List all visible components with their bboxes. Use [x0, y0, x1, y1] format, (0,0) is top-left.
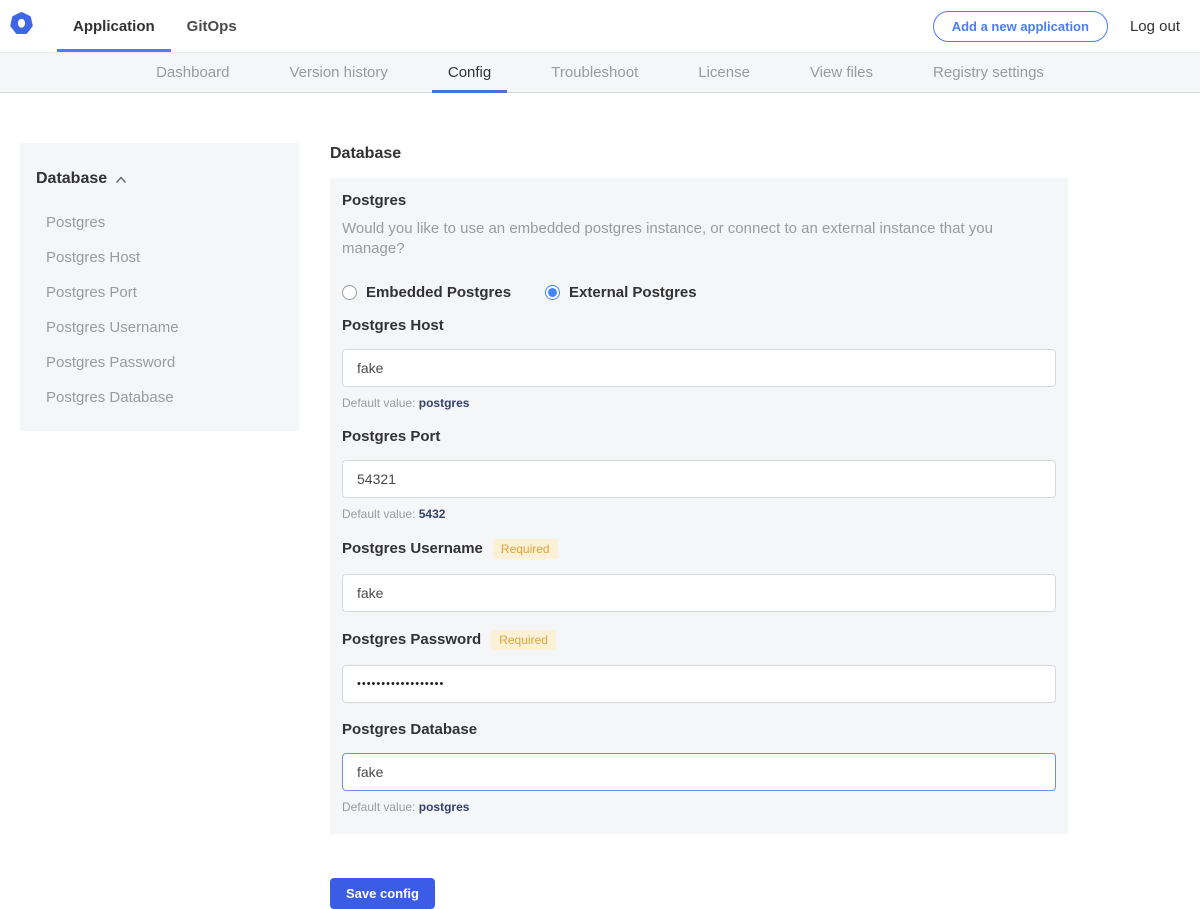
radio-embedded-label: Embedded Postgres: [366, 284, 511, 301]
field-label: Postgres Username: [342, 540, 483, 557]
default-value: 5432: [419, 507, 446, 521]
config-sidebar: Database Postgres Postgres Host Postgres…: [20, 143, 299, 431]
sidebar-item-postgres-host[interactable]: Postgres Host: [36, 240, 283, 275]
sidebar-group-database[interactable]: Database: [36, 170, 283, 188]
field-postgres-username: Postgres Username Required: [342, 539, 1056, 612]
radio-embedded-postgres[interactable]: Embedded Postgres: [342, 284, 511, 301]
postgres-host-input[interactable]: [342, 349, 1056, 387]
field-label: Postgres Host: [342, 317, 444, 334]
postgres-username-input[interactable]: [342, 574, 1056, 612]
tab-gitops[interactable]: GitOps: [171, 0, 253, 52]
app-subnav: Dashboard Version history Config Trouble…: [0, 52, 1200, 93]
top-nav: Application GitOps Add a new application…: [0, 0, 1200, 52]
chevron-up-icon: [115, 173, 127, 185]
top-tabs: Application GitOps: [57, 0, 253, 52]
sidebar-item-postgres-username[interactable]: Postgres Username: [36, 310, 283, 345]
postgres-database-input[interactable]: [342, 753, 1056, 791]
postgres-password-input[interactable]: [342, 665, 1056, 703]
sidebar-item-postgres-database[interactable]: Postgres Database: [36, 380, 283, 415]
field-label: Postgres Password: [342, 631, 481, 648]
sidebar-item-postgres[interactable]: Postgres: [36, 205, 283, 240]
field-postgres-password: Postgres Password Required: [342, 630, 1056, 703]
section-title: Database: [330, 145, 1068, 163]
radio-unchecked-icon: [342, 285, 357, 300]
default-value-note: Default value: postgres: [342, 800, 1056, 814]
postgres-group-label: Postgres: [342, 192, 1056, 209]
radio-checked-icon: [545, 285, 560, 300]
default-value: postgres: [419, 396, 470, 410]
default-value-note: Default value: postgres: [342, 396, 1056, 410]
sidebar-item-postgres-password[interactable]: Postgres Password: [36, 345, 283, 380]
subnav-item-license[interactable]: License: [682, 53, 766, 92]
field-postgres-host: Postgres Host Default value: postgres: [342, 317, 1056, 410]
required-badge: Required: [493, 539, 558, 559]
postgres-port-input[interactable]: [342, 460, 1056, 498]
postgres-radio-group: Embedded Postgres External Postgres: [342, 284, 1056, 301]
field-label: Postgres Port: [342, 428, 440, 445]
field-label: Postgres Database: [342, 721, 477, 738]
field-postgres-port: Postgres Port Default value: 5432: [342, 428, 1056, 521]
subnav-item-troubleshoot[interactable]: Troubleshoot: [535, 53, 654, 92]
radio-external-label: External Postgres: [569, 284, 697, 301]
top-nav-right: Add a new application Log out: [933, 0, 1180, 52]
app-logo-icon: [10, 12, 33, 40]
subnav-item-config[interactable]: Config: [432, 53, 507, 92]
subnav-item-view-files[interactable]: View files: [794, 53, 889, 92]
sidebar-group-label: Database: [36, 170, 107, 188]
postgres-help-text: Would you like to use an embedded postgr…: [342, 219, 1056, 260]
default-value: postgres: [419, 800, 470, 814]
content-area: Database Postgres Postgres Host Postgres…: [0, 93, 1200, 909]
config-panel: Postgres Would you like to use an embedd…: [330, 178, 1068, 834]
subnav-item-registry-settings[interactable]: Registry settings: [917, 53, 1060, 92]
radio-external-postgres[interactable]: External Postgres: [545, 284, 697, 301]
field-postgres-database: Postgres Database Default value: postgre…: [342, 721, 1056, 814]
add-new-application-button[interactable]: Add a new application: [933, 11, 1108, 42]
sidebar-item-postgres-port[interactable]: Postgres Port: [36, 275, 283, 310]
default-value-note: Default value: 5432: [342, 507, 1056, 521]
subnav-item-version-history[interactable]: Version history: [273, 53, 403, 92]
required-badge: Required: [491, 630, 556, 650]
logout-link[interactable]: Log out: [1130, 18, 1180, 35]
config-main: Database Postgres Would you like to use …: [330, 143, 1068, 909]
save-config-button[interactable]: Save config: [330, 878, 435, 909]
app-logo[interactable]: [10, 0, 33, 52]
tab-application[interactable]: Application: [57, 0, 171, 52]
subnav-item-dashboard[interactable]: Dashboard: [140, 53, 245, 92]
